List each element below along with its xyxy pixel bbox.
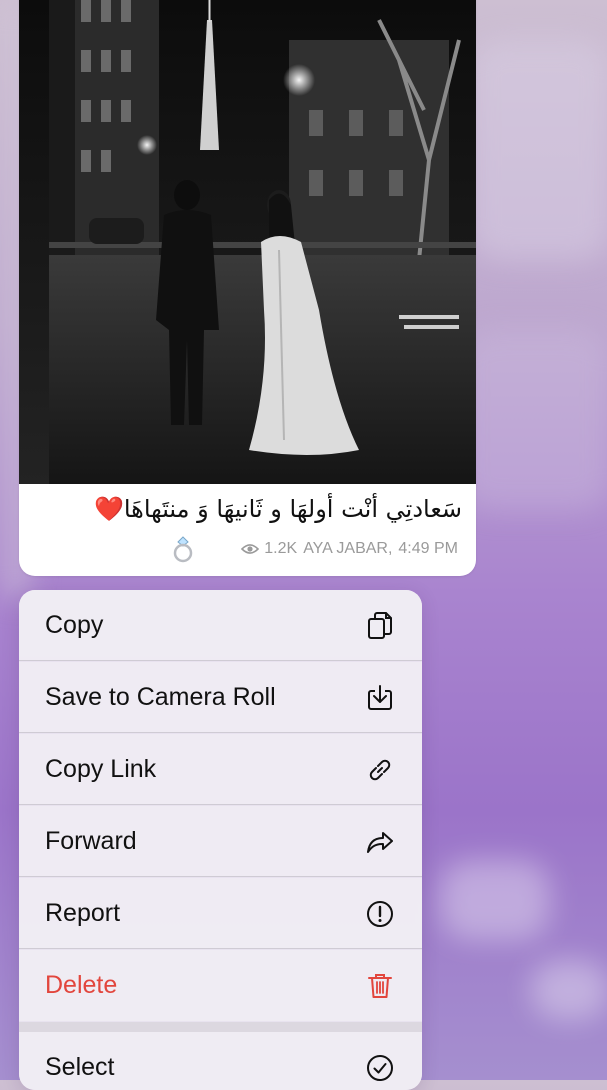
menu-item-select[interactable]: Select [19,1032,422,1090]
menu-item-label: Copy Link [45,755,157,783]
menu-item-delete[interactable]: Delete [19,950,422,1021]
message-caption: سَعادتِي أنْت أولهَا و ثَانيهَا وَ منتَه… [33,492,462,526]
copy-icon [364,610,396,642]
context-menu: Copy Save to Camera Roll Copy Link Forwa… [19,590,422,1090]
message-meta: 1.2K AYA JABAR, 4:49 PM [169,535,458,563]
menu-section-divider [19,1022,422,1032]
message-bubble[interactable]: سَعادتِي أنْت أولهَا و ثَانيهَا وَ منتَه… [19,0,476,576]
menu-item-label: Delete [45,971,118,999]
view-count: 1.2K [264,540,298,557]
ring-icon[interactable] [169,535,197,563]
blurred-background-message [470,40,607,260]
caption-text: سَعادتِي أنْت أولهَا و ثَانيهَا وَ منتَه… [123,495,462,523]
menu-item-forward[interactable]: Forward [19,806,422,877]
menu-item-label: Forward [45,827,137,855]
link-icon [364,754,396,786]
trash-icon [364,970,396,1002]
blurred-background-message [530,960,607,1020]
menu-item-label: Save to Camera Roll [45,683,276,711]
menu-item-copy-link[interactable]: Copy Link [19,734,422,805]
message-time: 4:49 PM [398,540,458,557]
message-photo[interactable] [19,0,476,484]
menu-item-label: Report [45,899,121,927]
blurred-background-message [440,860,550,940]
menu-item-save-to-camera-roll[interactable]: Save to Camera Roll [19,662,422,733]
checkmark-circle-icon [364,1052,396,1084]
couple-walking-photo [19,0,476,484]
menu-item-label: Copy [45,611,104,639]
heart-emoji: ❤️ [93,495,124,523]
blurred-background-message [460,330,607,510]
forward-arrow-icon [364,826,396,858]
save-download-icon [364,682,396,714]
menu-item-copy[interactable]: Copy [19,590,422,661]
menu-item-label: Select [45,1053,115,1081]
author-name: AYA JABAR, [303,540,393,557]
eye-icon [241,544,260,554]
menu-item-report[interactable]: Report [19,878,422,949]
exclamation-circle-icon [364,898,396,930]
